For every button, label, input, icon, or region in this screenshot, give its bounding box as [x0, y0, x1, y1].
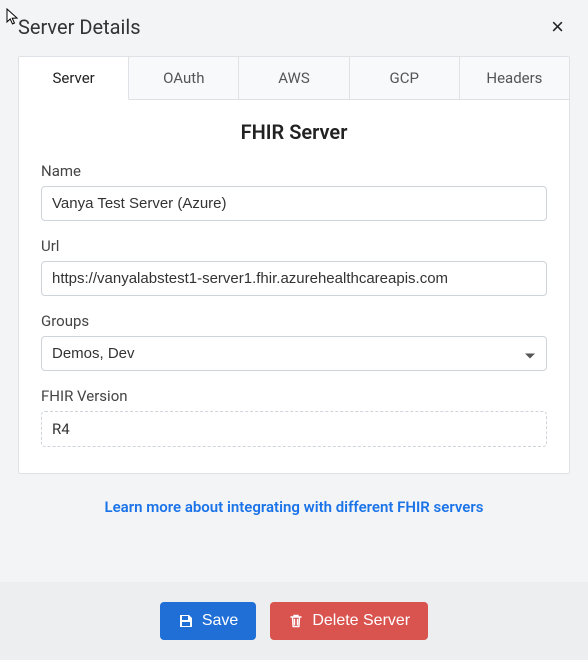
save-icon: [178, 613, 194, 629]
name-input[interactable]: [41, 186, 547, 221]
save-label: Save: [202, 612, 238, 630]
groups-select[interactable]: [41, 336, 547, 371]
tab-content: FHIR Server Name Url Groups: [19, 100, 569, 473]
learn-more-link[interactable]: Learn more about integrating with differ…: [18, 498, 570, 516]
tab-aws[interactable]: AWS: [239, 57, 349, 99]
name-label: Name: [41, 162, 547, 180]
section-title: FHIR Server: [41, 120, 547, 144]
delete-server-button[interactable]: Delete Server: [270, 602, 428, 640]
close-icon: ×: [551, 14, 564, 39]
groups-label: Groups: [41, 312, 547, 330]
tab-oauth[interactable]: OAuth: [129, 57, 239, 99]
save-button[interactable]: Save: [160, 602, 256, 640]
modal-title: Server Details: [18, 15, 141, 39]
delete-label: Delete Server: [312, 612, 410, 630]
url-label: Url: [41, 237, 547, 255]
version-value: R4: [41, 411, 547, 447]
tab-server[interactable]: Server: [19, 57, 129, 100]
field-name: Name: [41, 162, 547, 221]
close-button[interactable]: ×: [545, 12, 570, 42]
url-input[interactable]: [41, 261, 547, 296]
tab-gcp[interactable]: GCP: [350, 57, 460, 99]
field-groups: Groups: [41, 312, 547, 371]
field-url: Url: [41, 237, 547, 296]
tab-card: Server OAuth AWS GCP Headers FHIR Server…: [18, 56, 570, 474]
modal-body: Server OAuth AWS GCP Headers FHIR Server…: [0, 56, 588, 582]
server-details-modal: Server Details × Server OAuth AWS GCP He…: [0, 0, 588, 660]
version-label: FHIR Version: [41, 387, 547, 405]
modal-header: Server Details ×: [0, 0, 588, 56]
groups-input[interactable]: [41, 336, 547, 371]
trash-icon: [288, 613, 304, 629]
tab-bar: Server OAuth AWS GCP Headers: [19, 57, 569, 100]
field-fhir-version: FHIR Version R4: [41, 387, 547, 447]
modal-footer: Save Delete Server: [0, 582, 588, 660]
tab-headers[interactable]: Headers: [460, 57, 569, 99]
